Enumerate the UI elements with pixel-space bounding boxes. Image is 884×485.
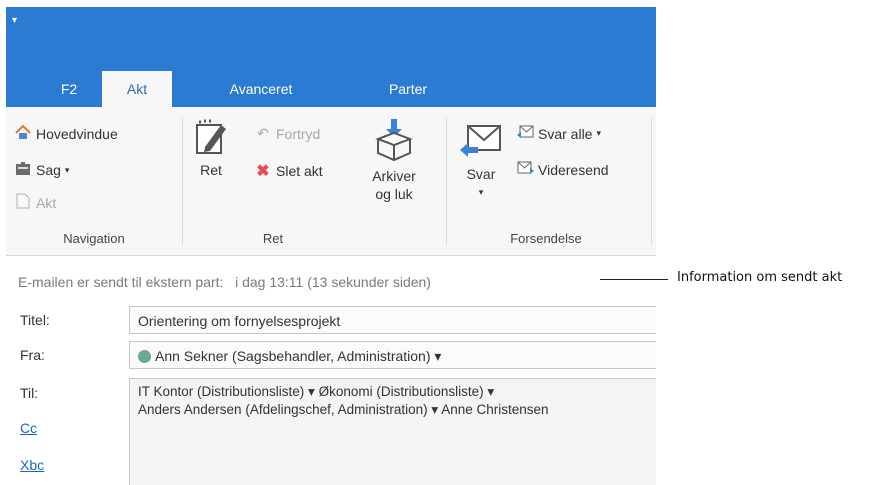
callout-label: Information om sendt akt	[677, 270, 843, 285]
recipient-line[interactable]: Anders Andersen (Afdelingschef, Administ…	[138, 401, 650, 419]
slet-akt-button[interactable]: ✖ Slet akt	[254, 161, 322, 181]
sag-button[interactable]: Sag ▾	[14, 161, 69, 179]
title-bar: ▾ F2 Akt Avanceret Parter	[6, 7, 656, 107]
presence-icon	[138, 350, 151, 363]
arkiver-og-luk-button[interactable]: Arkiver og luk	[366, 117, 422, 203]
group-separator	[182, 117, 183, 245]
quick-access-icon[interactable]: ▾	[12, 15, 17, 26]
archive-box-icon	[366, 117, 422, 167]
reply-mail-icon	[456, 123, 506, 165]
to-recipients-field[interactable]: IT Kontor (Distributionsliste) ▾ Økonomi…	[129, 378, 656, 485]
document-icon	[14, 193, 32, 212]
tab-akt[interactable]: Akt	[102, 71, 172, 107]
forward-icon	[516, 161, 534, 178]
group-label-navigation: Navigation	[63, 231, 125, 246]
delete-icon: ✖	[256, 163, 270, 180]
reply-all-icon	[516, 125, 534, 142]
tab-parter[interactable]: Parter	[378, 71, 438, 107]
fortryd-button[interactable]: ↶ Fortryd	[254, 125, 320, 142]
svar-alle-button[interactable]: Svar alle ▾	[516, 125, 601, 142]
group-separator	[446, 117, 447, 245]
tab-avanceret[interactable]: Avanceret	[216, 71, 306, 107]
ribbon: Hovedvindue Sag ▾ Akt Navigation Ret ↶ F…	[6, 107, 656, 256]
recipient-line[interactable]: IT Kontor (Distributionsliste) ▾ Økonomi…	[138, 383, 650, 401]
chevron-down-icon: ▾	[596, 128, 601, 138]
chevron-down-icon: ▾	[478, 187, 484, 197]
chevron-down-icon: ▾	[64, 164, 70, 175]
videresend-button[interactable]: Videresend	[516, 161, 609, 178]
sent-info-bar: E-mailen er sendt til ekstern part: i da…	[18, 274, 431, 290]
akt-window: ▾ F2 Akt Avanceret Parter Hovedvindue Sa…	[6, 7, 656, 485]
akt-nav-button[interactable]: Akt	[14, 193, 56, 212]
group-label-ret: Ret	[262, 231, 284, 246]
to-label: Til:	[20, 385, 39, 401]
group-label-forsendelse: Forsendelse	[510, 231, 582, 246]
from-field[interactable]: Ann Sekner (Sagsbehandler, Administratio…	[129, 341, 656, 369]
bcc-link[interactable]: Xbc	[20, 457, 44, 473]
hovedvindue-button[interactable]: Hovedvindue	[14, 124, 118, 143]
title-input[interactable]: Orientering om fornyelsesprojekt	[129, 306, 656, 334]
from-label: Fra:	[20, 347, 45, 363]
tab-f2[interactable]: F2	[44, 71, 94, 107]
home-icon	[14, 124, 32, 143]
callout-line	[600, 279, 668, 280]
ret-big-button[interactable]: Ret	[188, 119, 234, 179]
sent-time: i dag 13:11 (13 sekunder siden)	[235, 274, 431, 290]
svar-button[interactable]: Svar ▾	[456, 123, 506, 201]
edit-icon	[188, 119, 234, 161]
title-label: Titel:	[20, 312, 50, 328]
group-separator	[651, 117, 652, 245]
undo-icon: ↶	[257, 125, 269, 141]
case-icon	[14, 161, 32, 179]
cc-link[interactable]: Cc	[20, 420, 37, 436]
